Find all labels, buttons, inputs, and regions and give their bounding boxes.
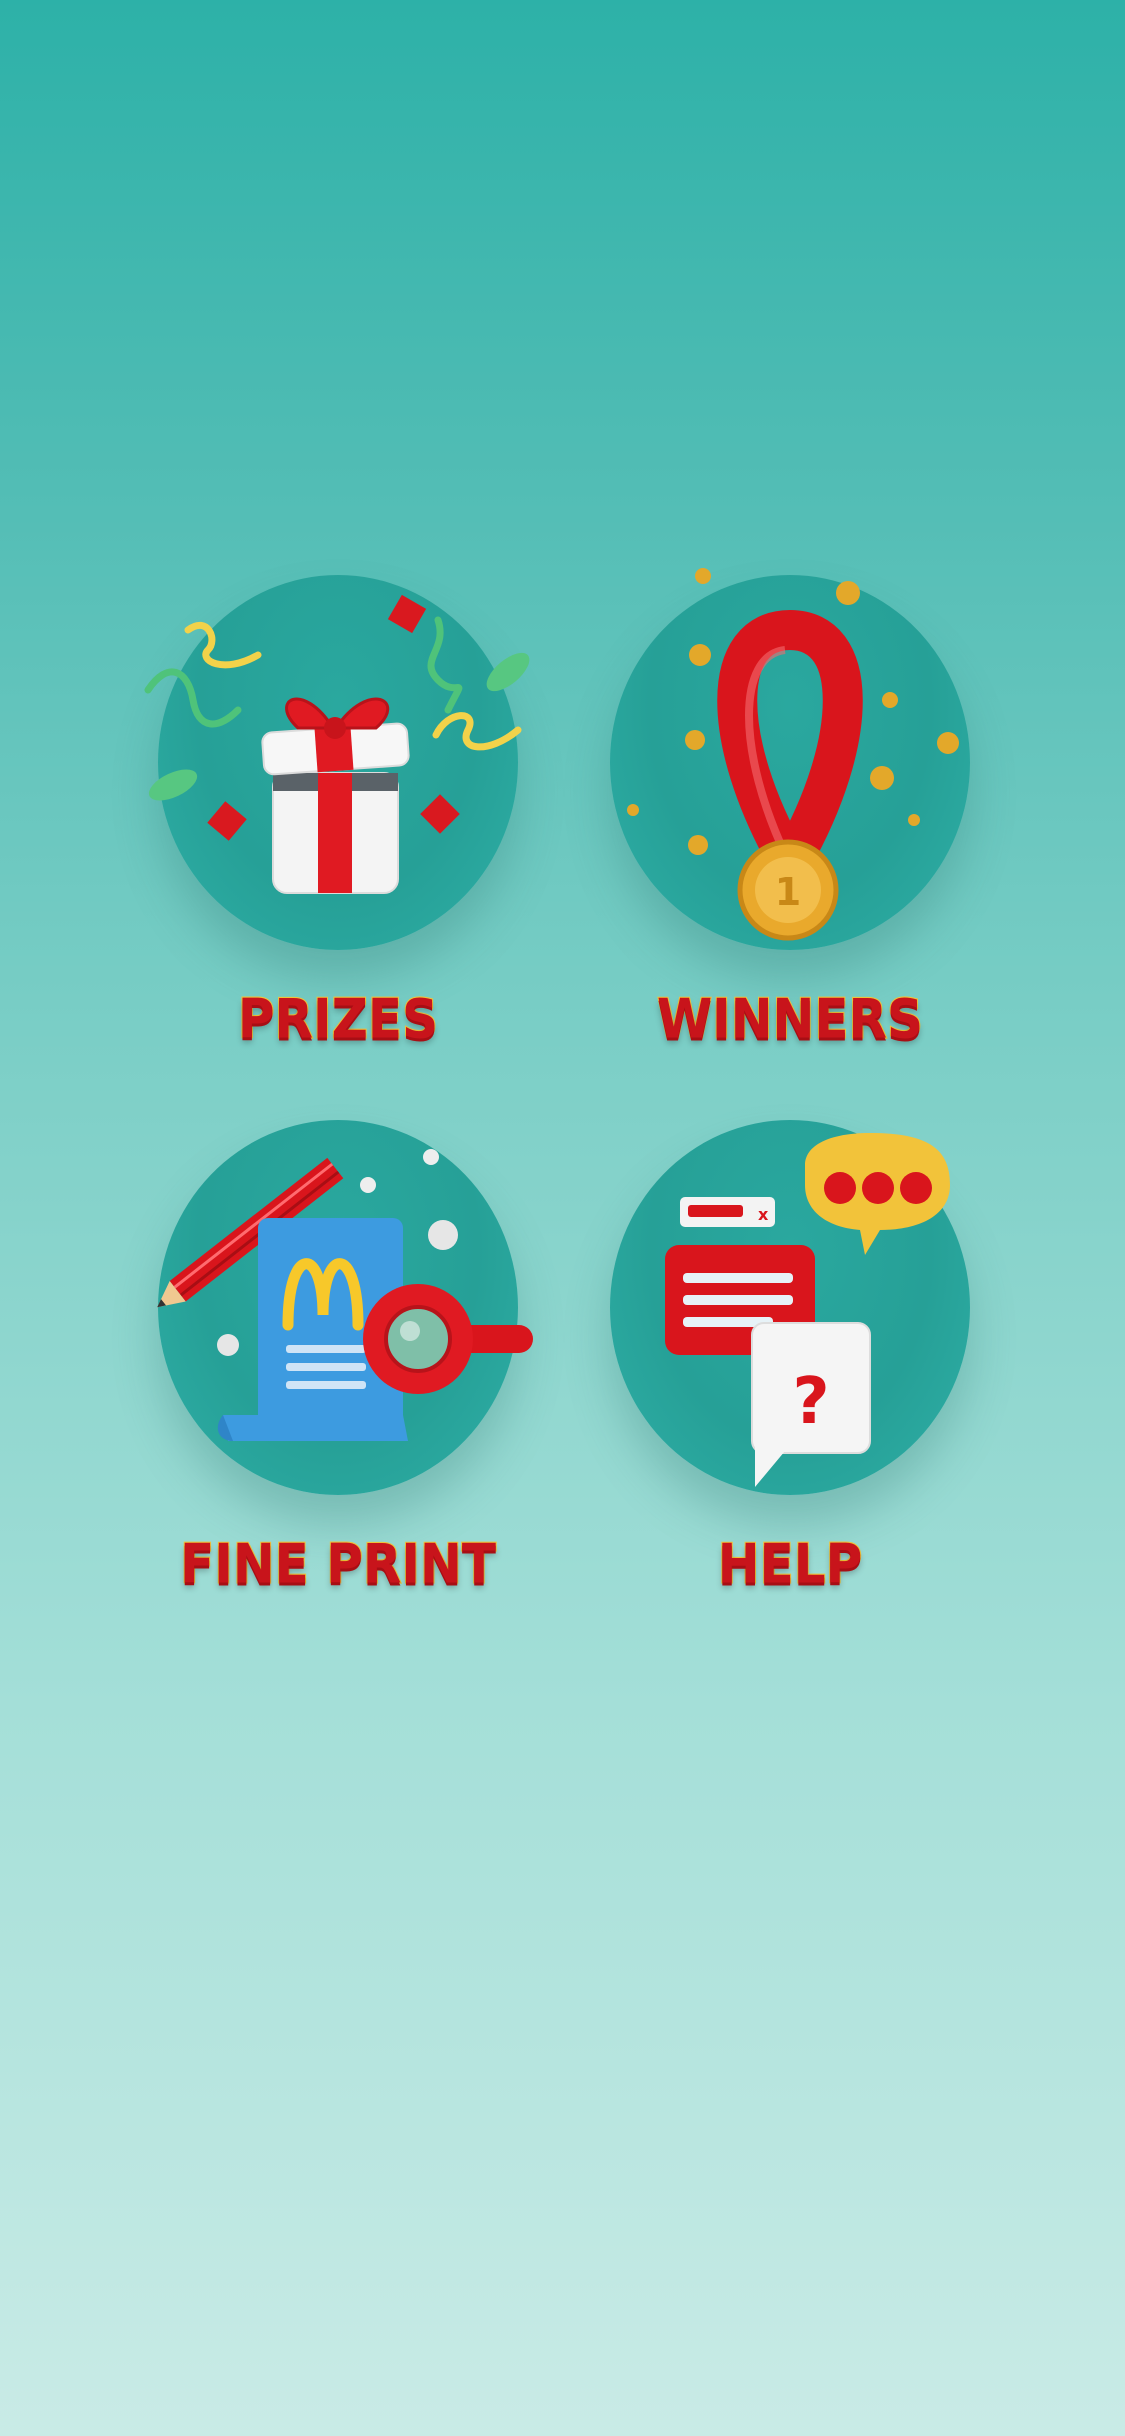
- chat-help-icon: x ?: [665, 1133, 950, 1487]
- winners-label: WINNERS: [656, 987, 924, 1052]
- winners-tile[interactable]: 1 WINNERS: [570, 560, 1010, 1080]
- fine-print-tile[interactable]: FINE PRINT: [118, 1105, 558, 1625]
- prizes-label: PRIZES: [237, 987, 439, 1052]
- help-label: HELP: [717, 1532, 864, 1597]
- gift-box-icon: [144, 594, 530, 894]
- menu-screen: PRIZES 1 WINNERS FINE PRINT x ? HELP: [0, 0, 1125, 2436]
- prizes-tile[interactable]: PRIZES: [118, 560, 558, 1080]
- svg-text:?: ?: [792, 1365, 829, 1439]
- help-tile[interactable]: x ? HELP: [570, 1105, 1010, 1625]
- medal-icon: 1: [627, 568, 959, 941]
- fine-print-label: FINE PRINT: [179, 1532, 497, 1597]
- document-magnifier-icon: [157, 1149, 533, 1441]
- svg-text:1: 1: [775, 870, 801, 914]
- svg-text:x: x: [758, 1205, 769, 1224]
